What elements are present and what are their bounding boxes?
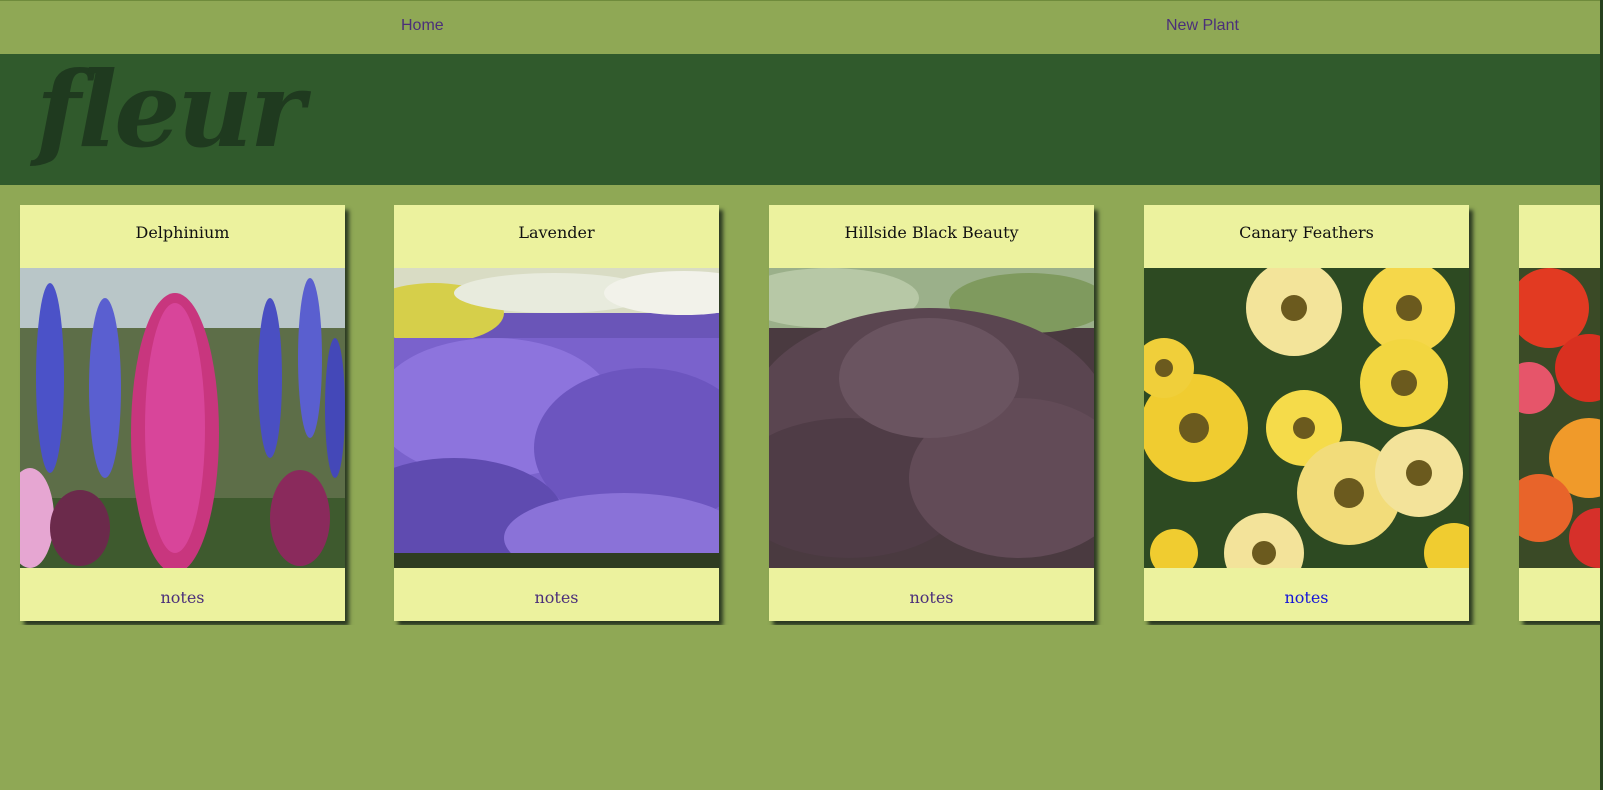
plant-card [1519, 205, 1603, 621]
plant-notes-link[interactable]: notes [769, 588, 1094, 607]
plant-notes-link[interactable]: notes [394, 588, 719, 607]
site-logo[interactable]: fleur [36, 48, 305, 173]
plant-photo-hillside-black-beauty[interactable] [769, 268, 1094, 568]
plant-card-title: Hillside Black Beauty [844, 223, 1019, 242]
plant-photo-partial[interactable] [1519, 268, 1603, 568]
plant-card: Canary Feathers notes [1144, 205, 1469, 621]
plant-card-title: Delphinium [135, 223, 230, 242]
header-banner: fleur [0, 48, 1603, 185]
plant-card: Lavender notes [394, 205, 719, 621]
plant-card-list: Delphinium notes Lavender notes Hillside… [0, 205, 1603, 625]
plant-photo-lavender[interactable] [394, 268, 719, 568]
top-nav-bar: Home New Plant [0, 0, 1603, 54]
plant-photo-delphinium[interactable] [20, 268, 345, 568]
plant-photo-canary-feathers[interactable] [1144, 268, 1469, 568]
plant-card-title: Lavender [518, 223, 595, 242]
plant-card-title: Canary Feathers [1239, 223, 1374, 242]
nav-home-link[interactable]: Home [401, 17, 444, 35]
plant-notes-link[interactable]: notes [20, 588, 345, 607]
plant-notes-link[interactable]: notes [1144, 588, 1469, 607]
plant-card: Delphinium notes [20, 205, 345, 621]
plant-card: Hillside Black Beauty notes [769, 205, 1094, 621]
nav-new-plant-link[interactable]: New Plant [1166, 17, 1239, 35]
